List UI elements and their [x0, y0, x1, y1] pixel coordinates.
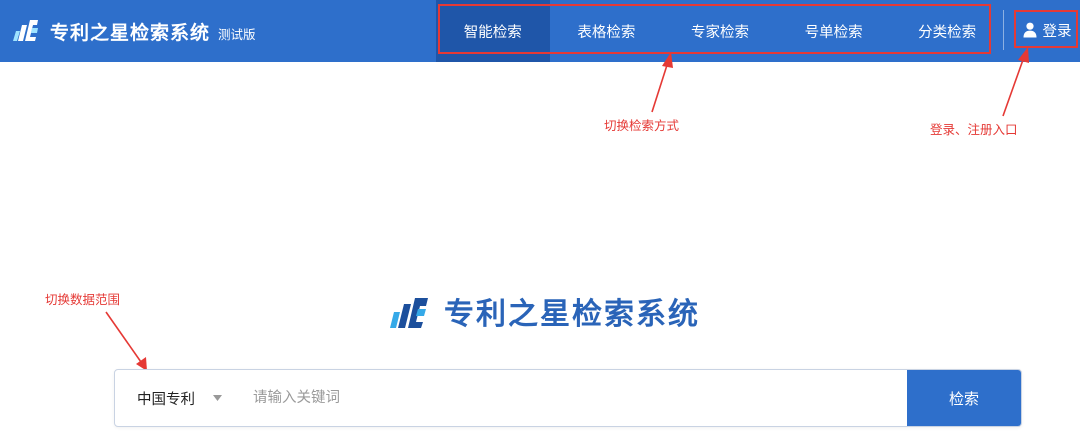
search-bar: 中国专利 检索 [114, 369, 1022, 427]
annotation-switch-search-mode: 切换检索方式 [604, 118, 680, 133]
keyword-input[interactable] [225, 370, 907, 426]
annotation-switch-data-scope: 切换数据范围 [45, 292, 121, 307]
brand-subtitle: 测试版 [218, 27, 256, 42]
caret-down-icon [213, 395, 222, 401]
data-scope-select[interactable]: 中国专利 [115, 370, 225, 426]
data-scope-value: 中国专利 [137, 391, 195, 408]
center-title: 专利之星检索系统 [444, 297, 700, 332]
top-navbar: 专利之星检索系统 测试版 智能检索 表格检索 专家检索 号单检索 分类检索 登录 [0, 0, 1080, 62]
arrow-line-data-scope [105, 311, 142, 363]
brand-logo-icon [390, 298, 428, 328]
search-button[interactable]: 检索 [907, 370, 1021, 426]
tab-classification-search[interactable]: 分类检索 [890, 0, 1004, 62]
search-mode-tabs: 智能检索 表格检索 专家检索 号单检索 分类检索 [436, 0, 1004, 62]
login-label: 登录 [1042, 23, 1072, 40]
arrow-line-login [1002, 56, 1025, 117]
tab-smart-search[interactable]: 智能检索 [436, 0, 550, 62]
brand-title: 专利之星检索系统 [50, 21, 211, 44]
arrow-line-search-modes [651, 61, 669, 113]
brand[interactable]: 专利之星检索系统 测试版 [10, 14, 256, 48]
login-button[interactable]: 登录 [1018, 14, 1076, 46]
tab-number-search[interactable]: 号单检索 [777, 0, 891, 62]
tab-table-search[interactable]: 表格检索 [550, 0, 664, 62]
brand-logo-icon [13, 20, 38, 41]
annotation-login-register: 登录、注册入口 [930, 122, 1018, 137]
center-brand: 专利之星检索系统 [388, 290, 700, 332]
header-divider [1003, 10, 1004, 50]
user-icon [1023, 22, 1036, 38]
tab-expert-search[interactable]: 专家检索 [663, 0, 777, 62]
